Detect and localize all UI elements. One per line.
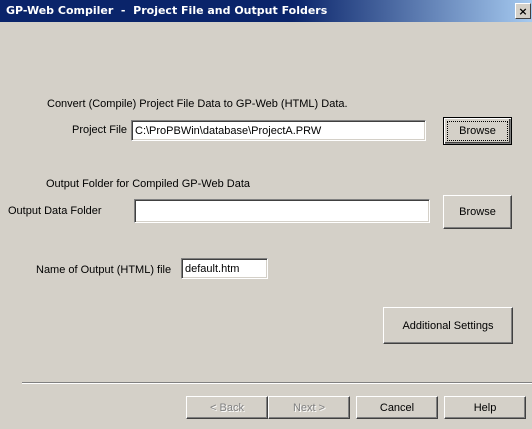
additional-settings-button[interactable]: Additional Settings bbox=[383, 307, 513, 344]
next-button[interactable]: Next > bbox=[268, 396, 350, 419]
back-button[interactable]: < Back bbox=[186, 396, 268, 419]
window-title: GP-Web Compiler - Project File and Outpu… bbox=[6, 4, 328, 17]
output-file-label: Name of Output (HTML) file bbox=[36, 264, 172, 276]
help-button[interactable]: Help bbox=[444, 396, 526, 419]
output-folder-label: Output Data Folder bbox=[8, 205, 102, 217]
project-file-label: Project File bbox=[72, 124, 128, 136]
title-bar: GP-Web Compiler - Project File and Outpu… bbox=[0, 0, 532, 22]
separator bbox=[22, 382, 532, 384]
output-folder-input[interactable] bbox=[134, 199, 430, 223]
project-file-input[interactable] bbox=[131, 120, 426, 141]
convert-heading: Convert (Compile) Project File Data to G… bbox=[47, 98, 348, 110]
output-folder-browse-button[interactable]: Browse bbox=[443, 195, 512, 229]
compiler-dialog: GP-Web Compiler - Project File and Outpu… bbox=[0, 0, 532, 429]
output-heading: Output Folder for Compiled GP-Web Data bbox=[46, 178, 250, 190]
project-file-browse-button[interactable]: Browse bbox=[443, 117, 512, 145]
cancel-button[interactable]: Cancel bbox=[356, 396, 438, 419]
close-button[interactable]: × bbox=[515, 3, 531, 19]
output-file-input[interactable] bbox=[181, 258, 268, 279]
